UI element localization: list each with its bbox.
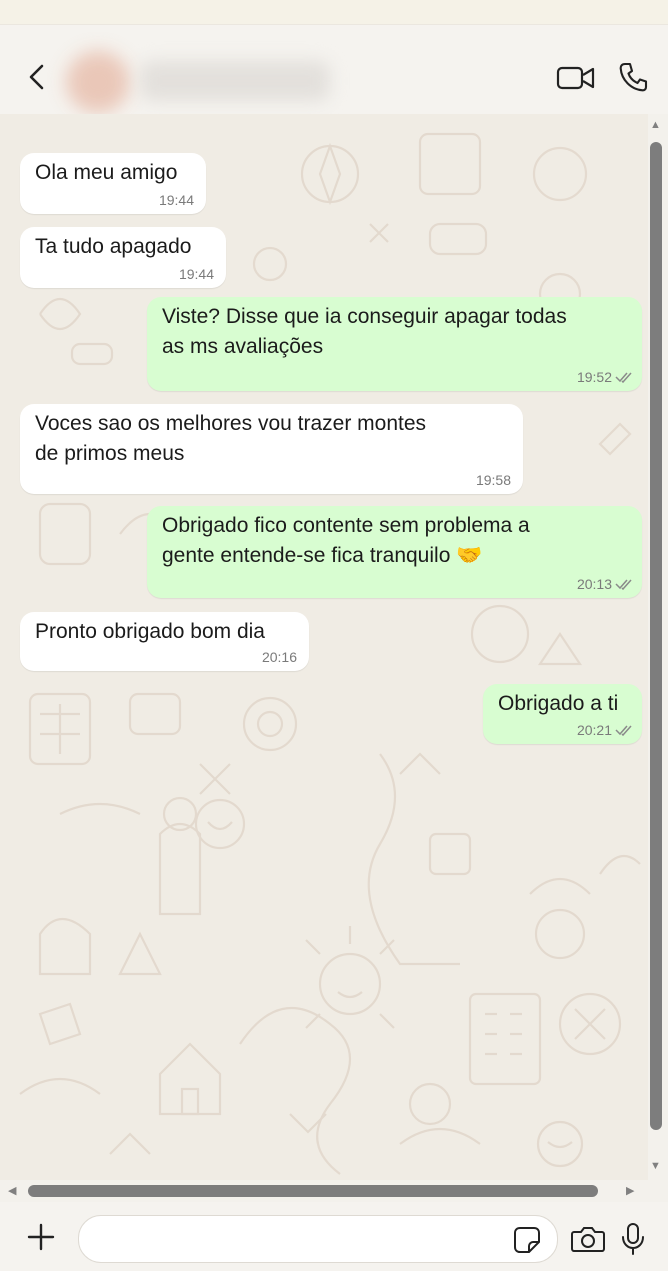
message-bubble-incoming[interactable]: Pronto obrigado bom dia 20:16 (20, 612, 309, 671)
scrollbar-corner (648, 1180, 668, 1202)
message-time: 20:21 (576, 722, 612, 738)
message-bubble-outgoing[interactable]: Obrigado fico contente sem problema a ge… (147, 506, 642, 598)
message-bubble-incoming[interactable]: Voces sao os melhores vou trazer montes … (20, 404, 523, 494)
message-time: 20:16 (261, 649, 297, 665)
message-text: Pronto obrigado bom dia (35, 620, 265, 643)
message-text: Obrigado fico contente sem problema a ge… (162, 514, 530, 567)
message-text: Obrigado a ti (498, 692, 619, 715)
message-time: 19:58 (475, 472, 511, 488)
read-ticks-icon (615, 579, 632, 590)
message-time: 19:44 (178, 266, 214, 282)
sticker-icon[interactable] (512, 1226, 542, 1254)
contact-avatar[interactable] (66, 51, 130, 113)
plus-icon[interactable] (26, 1222, 56, 1252)
read-ticks-icon (615, 725, 632, 736)
message-bubble-outgoing[interactable]: Obrigado a ti 20:21 (483, 684, 642, 744)
chat-header (0, 24, 668, 115)
phone-icon[interactable] (618, 61, 648, 93)
contact-name-redacted[interactable] (140, 61, 330, 101)
microphone-icon[interactable] (620, 1222, 646, 1256)
horizontal-scrollbar-thumb[interactable] (28, 1185, 598, 1197)
scroll-up-arrow-icon[interactable]: ▲ (650, 119, 661, 131)
message-bubble-incoming[interactable]: Ola meu amigo 19:44 (20, 153, 206, 214)
message-text: Viste? Disse que ia conseguir apagar tod… (162, 305, 567, 358)
message-bubble-outgoing[interactable]: Viste? Disse que ia conseguir apagar tod… (147, 297, 642, 391)
read-ticks-icon (615, 372, 632, 383)
message-input-container[interactable] (78, 1215, 558, 1263)
message-input[interactable] (97, 1224, 511, 1254)
scroll-left-arrow-icon[interactable]: ◀ (8, 1184, 16, 1197)
message-bubble-incoming[interactable]: Ta tudo apagado 19:44 (20, 227, 226, 288)
message-text: Ola meu amigo (35, 161, 178, 184)
message-text: Voces sao os melhores vou trazer montes … (35, 412, 427, 465)
message-time: 19:44 (158, 192, 194, 208)
message-text: Ta tudo apagado (35, 235, 192, 258)
vertical-scrollbar-thumb[interactable] (650, 142, 662, 1130)
video-camera-icon[interactable] (556, 65, 596, 91)
camera-icon[interactable] (570, 1224, 606, 1254)
scroll-right-arrow-icon[interactable]: ▶ (626, 1184, 634, 1197)
message-time: 19:52 (576, 369, 612, 385)
chat-area[interactable]: Ola meu amigo 19:44 Ta tudo apagado 19:4… (0, 114, 648, 1180)
scroll-down-arrow-icon[interactable]: ▼ (650, 1160, 661, 1172)
top-strip (0, 0, 668, 24)
chevron-left-icon[interactable] (26, 63, 48, 91)
message-time: 20:13 (576, 576, 612, 592)
